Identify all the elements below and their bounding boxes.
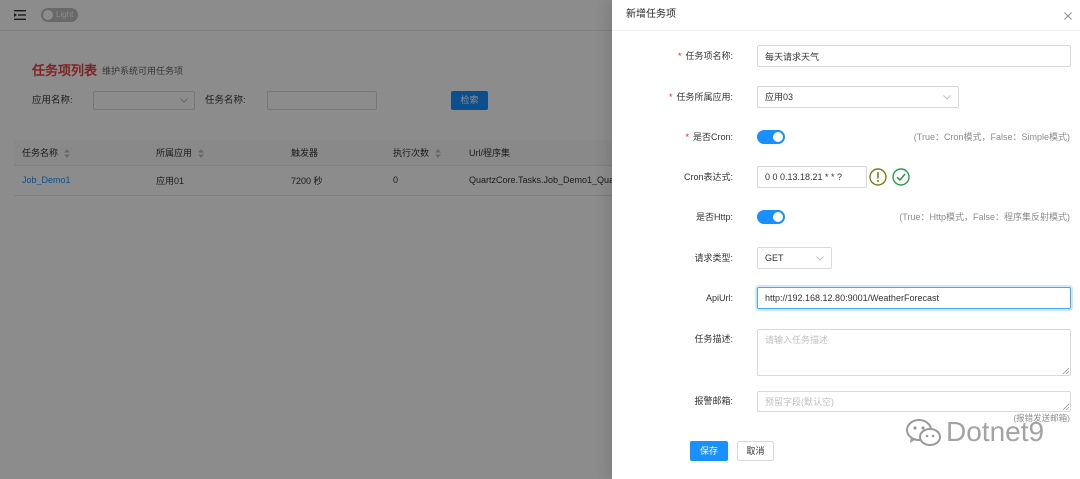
form-item-description: 任务描述: [612,329,1080,376]
chevron-down-icon [943,95,951,100]
task-name-field-label: 任务项名称: [612,45,733,67]
switch-knob [773,132,783,142]
app-field-label: 任务所属应用: [612,86,733,108]
description-textarea[interactable] [757,329,1071,376]
form-item-cron: Cron表达式: [612,166,1080,188]
check-circle-icon[interactable] [892,168,910,186]
task-name-field-label-text: 任务项名称: [685,51,733,61]
app-select-value: 应用03 [765,92,794,102]
alarm-email-textarea[interactable] [757,391,1071,412]
form-item-is-cron: 是否Cron: (True：Cron模式，False：Simple模式) [612,126,1080,148]
app-root: Light 任务项列表 维护系统可用任务项 应用名称: 任务名称: 检索 任务名… [0,0,1080,479]
is-http-field-label: 是否Http: [695,212,733,222]
save-button[interactable]: 保存 [690,441,728,461]
form-item-app: 任务所属应用: 应用03 [612,86,1080,108]
app-field-label-text: 任务所属应用: [676,92,733,102]
is-cron-switch[interactable] [757,130,785,144]
cron-expression-input[interactable] [757,166,867,188]
form-item-api-url: ApiUrl: [612,287,1080,309]
alarm-email-field-label: 报警邮箱: [694,396,733,406]
exclamation-circle-icon[interactable] [869,168,887,186]
form-item-task-name: 任务项名称: [612,45,1080,67]
add-task-drawer: 新增任务项 任务项名称: 任务所属应用: 应用03 是否Cron: (True：… [612,0,1080,479]
request-type-select[interactable]: GET [757,247,832,269]
app-select[interactable]: 应用03 [757,86,959,108]
is-http-switch[interactable] [757,210,785,224]
is-cron-hint: (True：Cron模式，False：Simple模式) [913,132,1070,142]
cron-field-label: Cron表达式: [683,172,733,182]
watermark-text: Dotnet9 [946,416,1045,447]
switch-knob [773,212,783,222]
chevron-down-icon [816,256,824,261]
cancel-button[interactable]: 取消 [737,441,774,461]
api-url-field-label: ApiUrl: [705,293,733,303]
is-http-hint: (True：Http模式，False：程序集反射模式) [899,212,1070,222]
api-url-input[interactable] [757,287,1071,309]
is-cron-field-label-text: 是否Cron: [692,132,733,142]
resize-grip-icon[interactable] [1063,404,1069,410]
resize-grip-icon[interactable] [1063,368,1069,374]
description-field-label: 任务描述: [694,334,733,344]
required-mark [685,132,693,142]
task-name-field[interactable] [757,45,1071,67]
is-cron-field-label: 是否Cron: [612,126,733,148]
close-icon[interactable] [1064,12,1072,20]
request-type-field-label: 请求类型: [694,253,733,263]
wechat-icon [905,418,943,448]
form-item-is-http: 是否Http: (True：Http模式，False：程序集反射模式) [612,206,1080,228]
request-type-select-value: GET [765,253,784,263]
form-item-request-type: 请求类型: GET [612,247,1080,269]
drawer-header: 新增任务项 [612,0,1080,31]
drawer-title: 新增任务项 [626,9,676,20]
